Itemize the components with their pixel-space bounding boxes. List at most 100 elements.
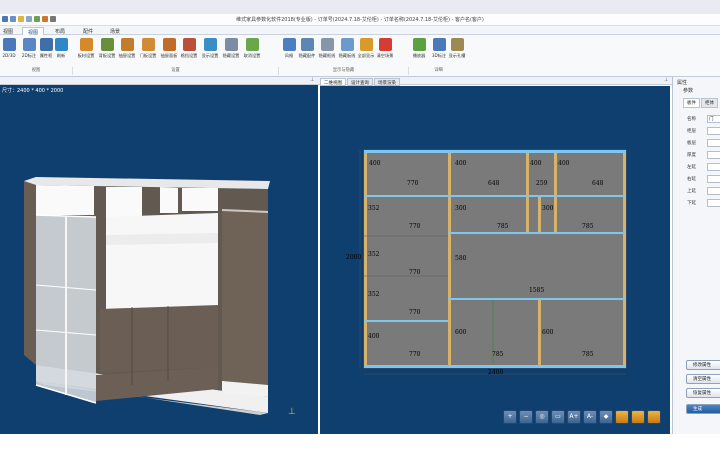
status-bar — [0, 434, 720, 450]
grid-icon — [224, 38, 238, 51]
ribbon-button-7[interactable]: 门板设置 — [139, 38, 157, 64]
prop-value-field[interactable] — [707, 127, 720, 135]
divider-2 — [526, 150, 529, 234]
ribbon-button-5[interactable]: 背板设置 — [98, 38, 116, 64]
zoom-out-button[interactable]: − — [519, 410, 533, 424]
prop-row: 厚度 — [687, 151, 720, 160]
back-panel-icon — [100, 38, 114, 51]
3d-viewport[interactable]: 尺寸：2400 * 400 * 2000 ⊥ — [0, 85, 318, 434]
dimension-label: 770 — [409, 223, 421, 230]
prop-value-field[interactable] — [707, 151, 720, 159]
tab-scene[interactable]: 场景 — [105, 27, 125, 35]
frame-button[interactable]: ▭ — [551, 410, 565, 424]
prop-value-field[interactable] — [707, 175, 720, 183]
ribbon-button-18[interactable]: 清空场景 — [376, 38, 394, 64]
drawer-icon — [120, 38, 134, 51]
ribbon-button-1[interactable]: 2D标注 — [20, 38, 38, 64]
tab-parts[interactable]: 配件 — [78, 27, 98, 35]
tab-layout[interactable]: 布局 — [50, 27, 70, 35]
ribbon-button-15[interactable]: 隐藏框线 — [318, 38, 336, 64]
prop-value-field[interactable]: 门 — [707, 115, 720, 123]
lock-icon-3[interactable] — [647, 410, 661, 424]
cubby-2 — [106, 187, 142, 217]
shelf-1 — [364, 195, 626, 197]
prop-value-field[interactable] — [707, 163, 720, 171]
properties-header: 属性 — [677, 80, 688, 86]
modify-properties-button[interactable]: 修改属性 — [686, 360, 720, 370]
2d-view-pane: ⊥ 400 770 400 648 400 259 400 648 352 77… — [318, 77, 672, 434]
generate-button[interactable]: 生成 — [686, 404, 720, 414]
lock-icon-2[interactable] — [631, 410, 645, 424]
clear-icon — [378, 38, 392, 51]
divider-4 — [538, 196, 541, 232]
prop-row: 右延 — [687, 175, 720, 184]
pin-icon-2[interactable]: ⊥ — [664, 78, 669, 83]
ribbon-button-14[interactable]: 隐藏配件 — [298, 38, 316, 64]
clear-properties-button[interactable]: 清空属性 — [686, 374, 720, 384]
ribbon-button-20[interactable]: 3D标注 — [430, 38, 448, 64]
font-smaller-button[interactable]: A- — [583, 410, 597, 424]
ribbon-button-19[interactable]: 播放器 — [410, 38, 428, 64]
monitor-icon — [2, 38, 16, 51]
holes-icon — [450, 38, 464, 51]
tab-scene-render[interactable]: 场景渲染 — [374, 78, 400, 86]
prop-value-field[interactable] — [707, 139, 720, 147]
tab-view[interactable]: 视图 — [22, 27, 45, 36]
ribbon-button-3[interactable]: 刷新 — [52, 38, 70, 64]
dimension-icon — [22, 38, 36, 51]
dimension-label: 580 — [455, 255, 467, 262]
display-icon — [203, 38, 217, 51]
prop-row: 左延 — [687, 163, 720, 172]
ribbon-button-6[interactable]: 抽屉设置 — [118, 38, 136, 64]
prop-row: 上延 — [687, 187, 720, 196]
app-window: 维式家具参数化软件2018(专业版) - 订单号(2024.7.18-艾伦柜) … — [0, 0, 720, 450]
group-detail-label: 详细 — [408, 67, 468, 75]
zoom-in-button[interactable]: + — [503, 410, 517, 424]
ribbon-button-21[interactable]: 显示孔槽 — [448, 38, 466, 64]
restore-properties-button[interactable]: 恢复属性 — [686, 388, 720, 398]
cubby-1 — [36, 185, 94, 215]
ribbon-button-10[interactable]: 显示设置 — [201, 38, 219, 64]
3d-view-pane: ⊥ 尺寸：2400 * 400 * 2000 ⊥ — [0, 77, 318, 434]
2d-viewport[interactable]: 400 770 400 648 400 259 400 648 352 770 300 785 300 7… — [320, 86, 670, 434]
ribbon-button-9[interactable]: 格挡设置 — [180, 38, 198, 64]
dimension-label: 300 — [542, 205, 554, 212]
font-bigger-button[interactable]: A+ — [567, 410, 581, 424]
ribbon-button-13[interactable]: 风格 — [280, 38, 298, 64]
tab-view-left[interactable]: 视图 — [0, 27, 18, 35]
dimension-label: 352 — [368, 251, 380, 258]
ribbon: 2D/3D 2D标注 属性框 刷新 板材设置 背板设置 抽屉设置 门板设置 抽屉面板 格挡设置 显示… — [0, 35, 720, 77]
ribbon-button-label: 刷新 — [56, 53, 66, 58]
prop-value-field[interactable] — [707, 199, 720, 207]
shelf-2 — [448, 232, 626, 234]
tab-cabinet[interactable]: 柜体 — [701, 98, 718, 108]
ribbon-button-8[interactable]: 抽屉面板 — [160, 38, 178, 64]
cancel-icon — [245, 38, 259, 51]
total-height-label: 2000 — [346, 254, 362, 261]
diamond-button[interactable]: ◆ — [599, 410, 613, 424]
pin-icon[interactable]: ⊥ — [310, 78, 315, 83]
board-icon — [79, 38, 93, 51]
dimension-label: 770 — [409, 309, 421, 316]
right-door — [222, 209, 268, 385]
lock-icon-1[interactable] — [615, 410, 629, 424]
ribbon-button-0[interactable]: 2D/3D — [0, 38, 18, 64]
divider-1 — [448, 150, 451, 368]
dimension-label: 352 — [368, 291, 380, 298]
zoom-fit-button[interactable]: ◎ — [535, 410, 549, 424]
ribbon-button-12[interactable]: 取消设置 — [243, 38, 261, 64]
tab-2d-view[interactable]: 二维视图 — [320, 78, 346, 86]
refresh-icon — [54, 38, 68, 51]
dimension-label: 785 — [582, 223, 594, 230]
window-title: 维式家具参数化软件2018(专业版) - 订单号(2024.7.18-艾伦柜) … — [236, 17, 484, 23]
tab-design-query[interactable]: 设计查询 — [347, 78, 373, 86]
ribbon-button-16[interactable]: 隐藏板线 — [338, 38, 356, 64]
dimension-label: 1585 — [529, 287, 544, 294]
prop-value-field[interactable] — [707, 187, 720, 195]
door-icon — [141, 38, 155, 51]
ribbon-button-label: 显示孔槽 — [448, 53, 466, 58]
tab-panel[interactable]: 板件 — [683, 98, 700, 108]
ribbon-button-11[interactable]: 隐藏设置 — [222, 38, 240, 64]
ribbon-button-17[interactable]: 全部显示 — [357, 38, 375, 64]
ribbon-button-4[interactable]: 板材设置 — [77, 38, 95, 64]
